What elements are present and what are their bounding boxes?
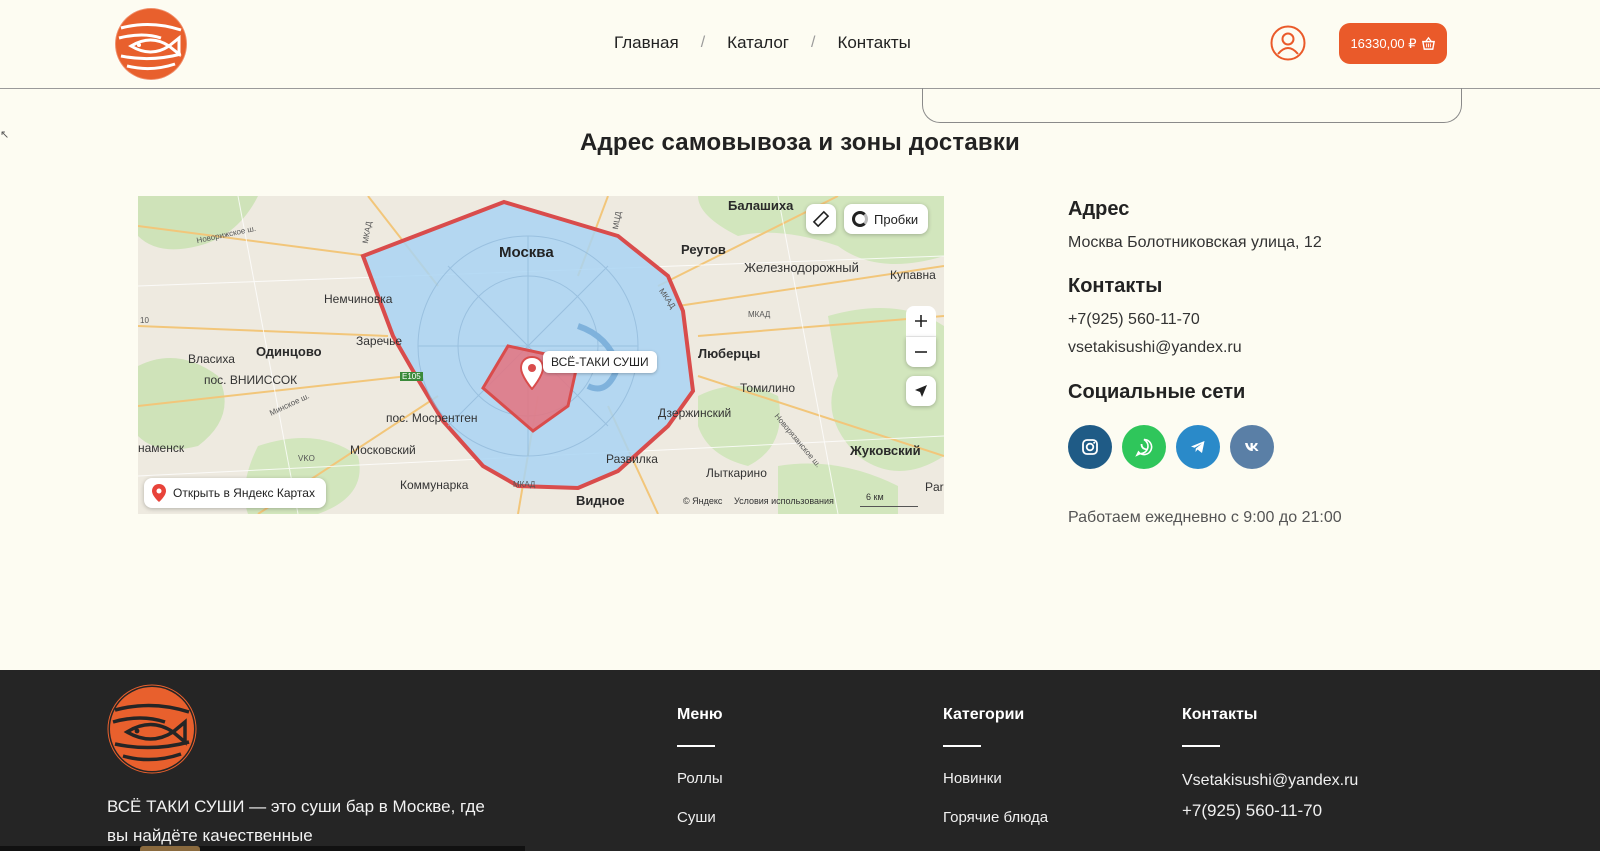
footer-link-rolls[interactable]: Роллы — [677, 770, 723, 787]
map-label-nemchinovka: Немчиновка — [324, 292, 393, 306]
map-label-moscow: Москва — [499, 244, 554, 261]
map-label-par: Par — [925, 480, 944, 494]
zoom-out-button[interactable] — [906, 337, 936, 367]
ruler-icon — [812, 210, 830, 228]
map-label-vko: VKO — [298, 454, 315, 463]
map-label-dzerzhinsky: Дзержинский — [658, 406, 732, 420]
working-hours: Работаем ежедневно с 9:00 до 21:00 — [1068, 509, 1342, 526]
map-label-zarechye: Заречье — [356, 334, 403, 348]
taskbar-strip — [0, 846, 525, 851]
map-label-lyubertsy: Люберцы — [698, 346, 761, 361]
footer-phone-link[interactable]: +7(925) 560-11-70 — [1182, 801, 1322, 821]
navigation-arrow-icon — [915, 385, 927, 397]
footer-contacts-heading: Контакты — [1182, 706, 1258, 723]
fish-logo-icon[interactable] — [113, 6, 189, 82]
location-pin-icon[interactable] — [520, 356, 544, 390]
map-label-razvilka: Развилка — [606, 452, 658, 466]
basket-icon — [1421, 36, 1435, 50]
cart-button[interactable]: 16330,00 ₽ — [1339, 23, 1447, 64]
site-footer: ВСЁ ТАКИ СУШИ — это суши бар в Москве, г… — [0, 670, 1600, 851]
telegram-icon — [1191, 441, 1205, 453]
nav-separator: / — [810, 34, 816, 51]
vk-icon — [1245, 443, 1259, 451]
footer-categories-heading: Категории — [943, 706, 1025, 723]
nav-home[interactable]: Главная — [614, 33, 679, 53]
open-yandex-maps-button[interactable]: Открыть в Яндекс Картах — [144, 478, 326, 508]
cart-total: 16330,00 ₽ — [1350, 35, 1417, 51]
map-label-balashikha: Балашиха — [728, 198, 794, 213]
map-label-kupavna: Купавна — [890, 268, 936, 282]
map-terms-link[interactable]: Условия использования — [734, 496, 834, 506]
section-title: Адрес самовывоза и зоны доставки — [579, 129, 1021, 156]
footer-contacts-divider — [1182, 745, 1220, 747]
phone-link[interactable]: +7(925) 560-11-70 — [1068, 311, 1200, 329]
map-label-mkad-south: МКАД — [513, 480, 536, 489]
footer-about-text: ВСЁ ТАКИ СУШИ — это суши бар в Москве, г… — [107, 797, 485, 845]
site-header: Главная / Каталог / Контакты 16330,00 ₽ — [0, 0, 1600, 89]
taskbar-thumbnail — [140, 846, 200, 851]
ruler-button[interactable] — [806, 204, 836, 234]
nav-separator: / — [700, 34, 706, 51]
map-label-lytkarino: Лыткарино — [706, 466, 767, 480]
traffic-label: Пробки — [874, 211, 919, 227]
map-label-zhukovsky: Жуковский — [850, 443, 921, 458]
footer-categories-divider — [943, 745, 981, 747]
map-scale-bar — [860, 506, 918, 507]
map-marker-icon — [152, 484, 166, 502]
map-label-vidnoe: Видное — [576, 493, 625, 508]
address-text: Москва Болотниковская улица, 12 — [1068, 234, 1322, 251]
zoom-in-button[interactable] — [906, 306, 936, 337]
nav-catalog[interactable]: Каталог — [727, 33, 789, 53]
whatsapp-button[interactable] — [1122, 425, 1166, 469]
delivery-map[interactable]: Москва Балашиха Реутов Железнодорожный К… — [138, 196, 944, 514]
telegram-button[interactable] — [1176, 425, 1220, 469]
footer-link-hot-dishes[interactable]: Горячие блюда — [943, 809, 1048, 826]
dropdown-card-edge — [922, 88, 1462, 123]
map-label-10: 10 — [140, 316, 149, 325]
footer-link-sushi[interactable]: Суши — [677, 809, 716, 826]
footer-menu-divider — [677, 745, 715, 747]
map-label-e105: E105 — [400, 372, 423, 381]
open-yandex-maps-label: Открыть в Яндекс Картах — [173, 486, 315, 500]
minus-icon — [915, 351, 927, 353]
plus-icon — [915, 315, 927, 327]
whatsapp-icon — [1135, 438, 1153, 457]
footer-email-link[interactable]: Vsetakisushi@yandex.ru — [1182, 772, 1358, 790]
vk-button[interactable] — [1230, 425, 1274, 469]
map-label-vniissok: пос. ВНИИССОК — [204, 373, 298, 387]
footer-menu-heading: Меню — [677, 706, 723, 723]
instagram-icon — [1082, 439, 1098, 455]
social-heading: Социальные сети — [1068, 381, 1246, 403]
map-label-mosrentgen: пос. Мосрентген — [386, 411, 478, 425]
user-icon[interactable] — [1270, 25, 1306, 61]
map-label-tomilino: Томилино — [740, 381, 796, 395]
footer-link-new[interactable]: Новинки — [943, 770, 1002, 787]
map-label-kommunarka: Коммунарка — [400, 478, 469, 492]
map-label-mkad-lyubertsy: МКАД — [748, 310, 771, 319]
map-label-odintsovo: Одинцово — [256, 344, 322, 359]
pin-label[interactable]: ВСЁ-ТАКИ СУШИ — [543, 351, 657, 373]
map-label-vlasikha: Власиха — [188, 352, 235, 366]
nav-contacts[interactable]: Контакты — [837, 33, 910, 53]
map-copyright: © Яндекс — [683, 496, 723, 506]
geolocation-button[interactable] — [906, 376, 936, 406]
address-heading: Адрес — [1068, 198, 1130, 220]
map-label-zheleznodorozhny: Железнодорожный — [744, 260, 859, 275]
map-label-moskovsky: Московский — [350, 443, 416, 457]
map-label-reutov: Реутов — [681, 242, 726, 257]
main-nav: Главная / Каталог / Контакты — [614, 33, 911, 53]
instagram-button[interactable] — [1068, 425, 1112, 469]
contacts-heading: Контакты — [1068, 275, 1163, 297]
fish-logo-icon[interactable] — [107, 684, 197, 774]
map-label-znamensk: наменск — [138, 441, 185, 455]
email-link[interactable]: vsetakisushi@yandex.ru — [1068, 339, 1242, 357]
traffic-icon — [852, 211, 868, 227]
traffic-button[interactable]: Пробки — [844, 204, 929, 234]
map-scale-label: 6 км — [866, 492, 884, 502]
